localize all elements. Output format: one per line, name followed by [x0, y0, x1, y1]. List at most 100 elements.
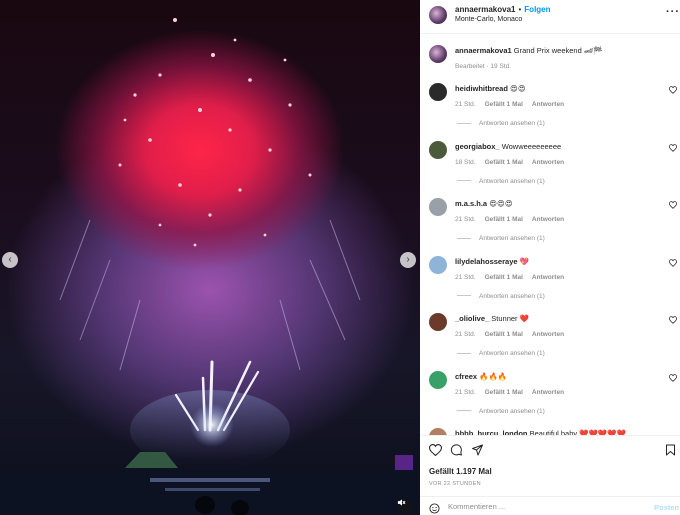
commenter-username[interactable]: cfreex — [455, 372, 477, 381]
post-side-panel: annaermakova1 • Folgen Monte-Carlo, Monaco… — [420, 0, 680, 515]
author-username[interactable]: annaermakova1 — [455, 5, 515, 14]
comment-time[interactable]: 21 Std. — [455, 274, 476, 281]
replies-divider — [457, 410, 471, 412]
post-header: annaermakova1 • Folgen Monte-Carlo, Monaco… — [420, 0, 680, 34]
comment-item: lilydelahosseraye 💖 21 Std. Gefällt 1 Mal… — [420, 255, 680, 314]
comment-like-heart-icon[interactable] — [669, 143, 677, 152]
view-replies-button[interactable]: Antworten ansehen (1) — [457, 120, 545, 127]
reply-button[interactable]: Antworten — [532, 389, 564, 396]
commenter-avatar[interactable] — [429, 198, 447, 216]
comment-meta: 21 Std. Gefällt 1 Mal Antworten — [455, 216, 573, 223]
comment-like-heart-icon[interactable] — [669, 258, 677, 267]
comment-likes[interactable]: Gefällt 1 Mal — [485, 216, 523, 223]
reply-button[interactable]: Antworten — [532, 274, 564, 281]
reply-button[interactable]: Antworten — [532, 101, 564, 108]
view-replies-button[interactable]: Antworten ansehen (1) — [457, 350, 545, 357]
comment-like-heart-icon[interactable] — [669, 201, 677, 209]
post-comment-button[interactable]: Posten — [654, 503, 679, 512]
commenter-username[interactable]: lilydelahosseraye — [455, 257, 518, 266]
like-heart-icon[interactable] — [429, 444, 442, 456]
comments-list[interactable]: annaermakova1 Grand Prix weekend 🏎🏁 Bear… — [420, 35, 680, 435]
instagram-post-view: ‹ › annaermakova1 • Folgen Monte-Carlo, Mo… — [0, 0, 680, 515]
comment-like-heart-icon[interactable] — [669, 373, 677, 382]
mute-button[interactable] — [397, 498, 413, 514]
comment-body: cfreex 🔥🔥🔥 — [455, 372, 507, 381]
emoji-icon[interactable] — [429, 503, 440, 514]
comment-time[interactable]: 18 Std. — [455, 159, 476, 166]
reply-button[interactable]: Antworten — [532, 216, 564, 223]
comment-text: 😍😍😍 — [489, 199, 513, 208]
comment-item: _oliolive_ Stunner ❤️ 21 Std. Gefällt 1 M… — [420, 313, 680, 371]
chevron-right-icon: › — [406, 254, 410, 265]
caption-text: Grand Prix weekend 🏎🏁 — [513, 46, 603, 55]
fireworks-video — [0, 18, 420, 515]
view-replies-button[interactable]: Antworten ansehen (1) — [457, 235, 545, 242]
view-replies-label: Antworten ansehen (1) — [479, 407, 545, 415]
comment-meta: 21 Std. Gefällt 1 Mal Antworten — [455, 331, 573, 338]
share-paper-plane-icon[interactable] — [471, 444, 484, 456]
commenter-avatar[interactable] — [429, 370, 447, 389]
comment-item: bbbb_burcu_london Beautiful baby ❤️❤️❤️❤… — [420, 428, 680, 435]
comment-item: m.a.s.h.a 😍😍😍 21 Std. Gefällt 1 Mal Antwor… — [420, 198, 680, 256]
comment-time[interactable]: 21 Std. — [455, 389, 476, 396]
post-location[interactable]: Monte-Carlo, Monaco — [455, 16, 522, 23]
comment-likes[interactable]: Gefällt 1 Mal — [485, 331, 523, 338]
commenter-avatar[interactable] — [429, 83, 447, 101]
commenter-username[interactable]: _oliolive_ — [455, 314, 489, 323]
post-media[interactable]: ‹ › — [0, 0, 420, 515]
comment-body: _oliolive_ Stunner ❤️ — [455, 314, 529, 323]
save-bookmark-icon[interactable] — [665, 444, 676, 456]
commenter-username[interactable]: m.a.s.h.a — [455, 199, 487, 208]
commenter-avatar[interactable] — [429, 255, 447, 274]
replies-divider — [457, 237, 471, 239]
view-replies-label: Antworten ansehen (1) — [479, 235, 545, 242]
comment-time[interactable]: 21 Std. — [455, 331, 476, 338]
view-replies-label: Antworten ansehen (1) — [479, 177, 545, 185]
comment-likes[interactable]: Gefällt 1 Mal — [485, 159, 523, 166]
caption-username[interactable]: annaermakova1 — [455, 46, 512, 55]
commenter-avatar[interactable] — [429, 140, 447, 159]
comment-like-heart-icon[interactable] — [669, 316, 677, 324]
comment-likes[interactable]: Gefällt 1 Mal — [485, 101, 523, 108]
comment-body: heidiwhitbread 😍😍 — [455, 84, 526, 93]
commenter-username[interactable]: georgiabox_ — [455, 142, 500, 151]
comment-meta: 21 Std. Gefällt 1 Mal Antworten — [455, 389, 573, 396]
comment-likes[interactable]: Gefällt 1 Mal — [485, 389, 523, 396]
replies-divider — [457, 352, 471, 354]
comment-time[interactable]: 21 Std. — [455, 101, 476, 108]
comment-meta: 21 Std. Gefällt 1 Mal Antworten — [455, 274, 573, 281]
post-actions: Gefällt 1.197 Mal VOR 22 STUNDEN Posten — [420, 435, 680, 515]
reply-button[interactable]: Antworten — [532, 331, 564, 338]
replies-divider — [457, 180, 471, 182]
commenter-avatar[interactable] — [429, 313, 447, 331]
author-avatar[interactable] — [429, 6, 447, 24]
view-replies-label: Antworten ansehen (1) — [479, 350, 545, 357]
speaker-muted-icon — [397, 499, 406, 506]
reply-button[interactable]: Antworten — [532, 159, 564, 166]
commenter-username[interactable]: heidiwhitbread — [455, 84, 508, 93]
comment-item: cfreex 🔥🔥🔥 21 Std. Gefällt 1 Mal Antworten… — [420, 370, 680, 429]
view-replies-button[interactable]: Antworten ansehen (1) — [457, 293, 545, 300]
comment-like-heart-icon[interactable] — [669, 86, 677, 94]
comment-meta: 21 Std. Gefällt 1 Mal Antworten — [455, 101, 573, 108]
caption-avatar[interactable] — [429, 45, 447, 63]
comment-input[interactable] — [448, 502, 638, 511]
view-replies-button[interactable]: Antworten ansehen (1) — [457, 408, 545, 415]
comment-text: 😍😍 — [510, 84, 526, 93]
view-replies-label: Antworten ansehen (1) — [479, 120, 545, 127]
next-media-button[interactable]: › — [400, 252, 416, 268]
view-replies-button[interactable]: Antworten ansehen (1) — [457, 178, 545, 185]
comment-item: heidiwhitbread 😍😍 21 Std. Gefällt 1 Mal An… — [420, 83, 680, 141]
commenter-avatar[interactable] — [429, 428, 447, 435]
more-options-icon[interactable]: ··· — [666, 6, 680, 18]
likes-count[interactable]: Gefällt 1.197 Mal — [429, 467, 492, 476]
post-timestamp: VOR 22 STUNDEN — [429, 481, 481, 487]
comment-likes[interactable]: Gefällt 1 Mal — [485, 274, 523, 281]
comment-time[interactable]: 21 Std. — [455, 216, 476, 223]
comment-item: georgiabox_ Wowweeeeeeeee 18 Std. Gefällt… — [420, 140, 680, 199]
previous-media-button[interactable]: ‹ — [2, 252, 18, 268]
caption: annaermakova1 Grand Prix weekend 🏎🏁 — [455, 46, 603, 55]
replies-divider — [457, 295, 471, 297]
comment-bubble-icon[interactable] — [450, 444, 463, 456]
follow-button[interactable]: Folgen — [524, 5, 550, 14]
